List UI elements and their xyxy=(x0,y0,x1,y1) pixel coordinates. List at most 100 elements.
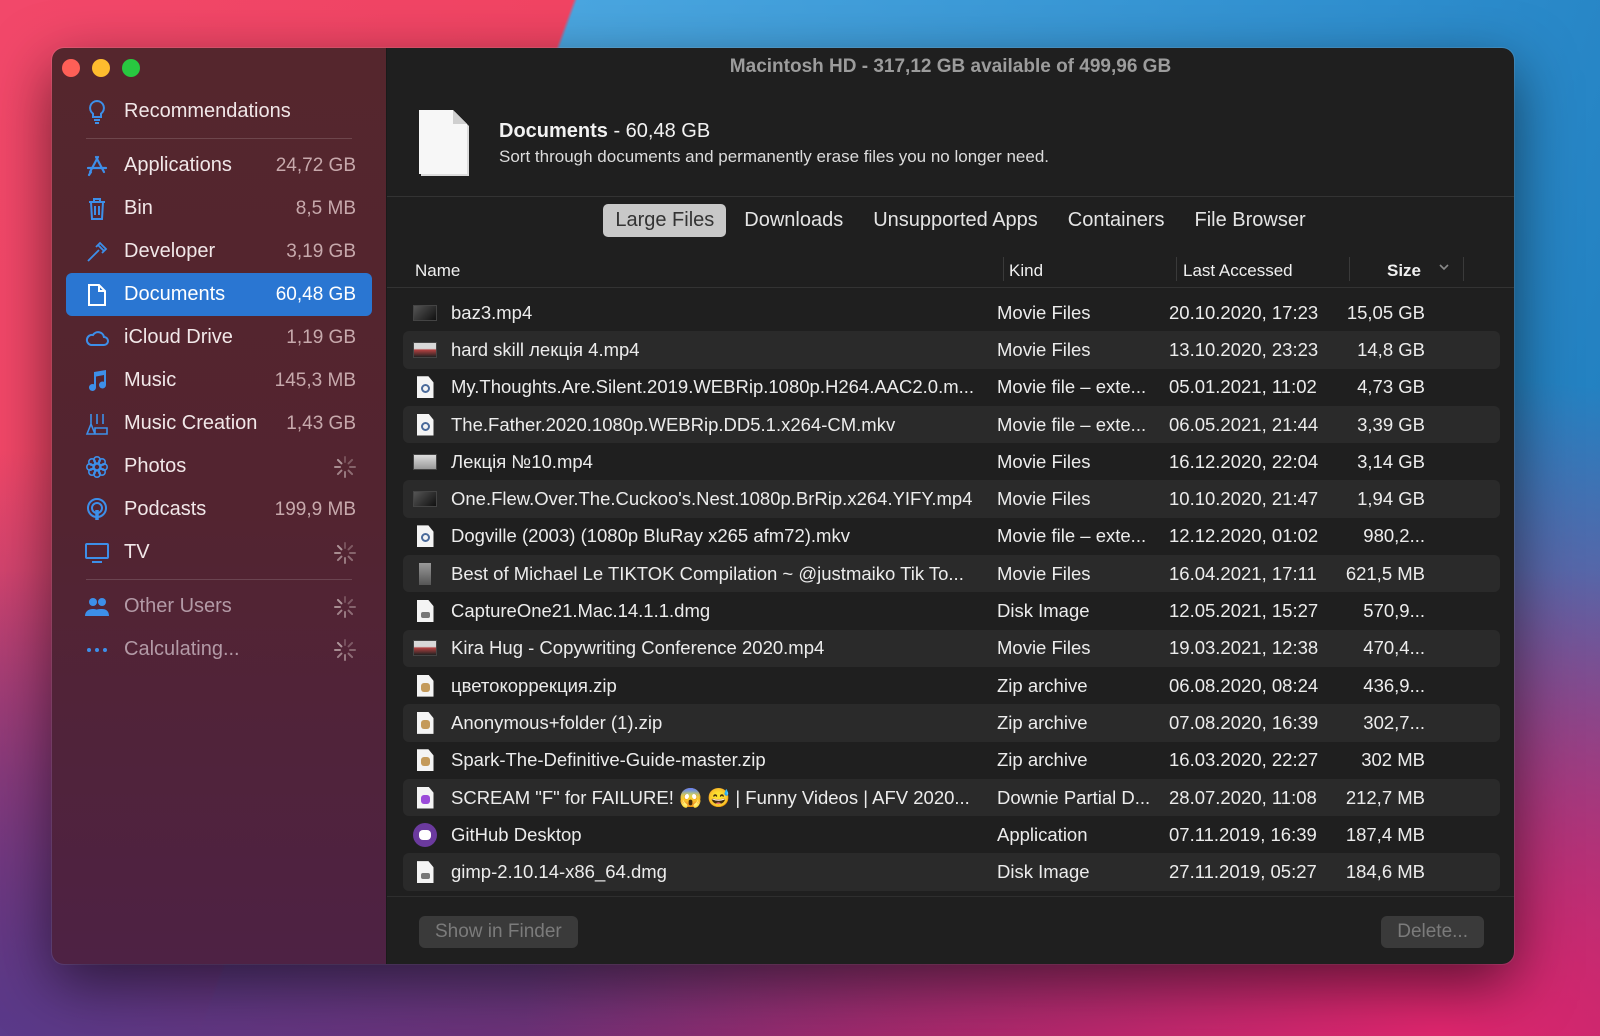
delete-button[interactable]: Delete... xyxy=(1381,916,1484,948)
tv-icon xyxy=(84,540,110,566)
tab-downloads[interactable]: Downloads xyxy=(732,204,855,237)
loading-spinner-icon xyxy=(334,455,356,478)
file-last-accessed: 10.10.2020, 21:47 xyxy=(1169,488,1319,510)
column-header-last-accessed[interactable]: Last Accessed xyxy=(1183,261,1293,281)
zoom-window-button[interactable] xyxy=(122,59,140,77)
sidebar-item-icloud-drive[interactable]: iCloud Drive 1,19 GB xyxy=(66,316,372,359)
cloud-icon xyxy=(84,325,110,351)
sidebar-item-bin[interactable]: Bin 8,5 MB xyxy=(66,187,372,230)
file-last-accessed: 28.07.2020, 11:08 xyxy=(1169,786,1317,808)
video-thumbnail-icon xyxy=(413,562,437,586)
file-size: 621,5 MB xyxy=(1345,562,1425,584)
minimize-window-button[interactable] xyxy=(92,59,110,77)
video-thumbnail-icon xyxy=(413,301,437,325)
sidebar-divider xyxy=(86,579,352,580)
zip-archive-icon xyxy=(413,748,437,772)
file-row[interactable]: CaptureOne21.Mac.14.1.1.dmg Disk Image 12.… xyxy=(403,592,1500,629)
column-header-kind[interactable]: Kind xyxy=(1009,261,1043,281)
sidebar-item-podcasts[interactable]: Podcasts 199,9 MB xyxy=(66,488,372,531)
video-thumbnail-icon xyxy=(413,450,437,474)
category-size: - 60,48 GB xyxy=(607,119,711,142)
file-list[interactable]: baz3.mp4 Movie Files 20.10.2020, 17:23 15,0… xyxy=(403,294,1500,896)
file-name: baz3.mp4 xyxy=(451,301,533,323)
file-row[interactable]: цветокоррекция.zip Zip archive 06.08.2020,… xyxy=(403,667,1500,704)
file-row[interactable]: Spark-The-Definitive-Guide-master.zip Zip… xyxy=(403,742,1500,779)
list-bottom-divider xyxy=(387,896,1514,897)
file-size: 980,2... xyxy=(1363,525,1425,547)
file-name: GitHub Desktop xyxy=(451,823,582,845)
users-icon xyxy=(84,594,110,620)
loading-spinner-icon xyxy=(334,638,356,661)
ellipsis-icon xyxy=(84,637,110,663)
file-row[interactable]: Kira Hug - Copywriting Conference 2020.m… xyxy=(403,629,1500,667)
tab-containers[interactable]: Containers xyxy=(1056,204,1177,237)
sidebar-item-music[interactable]: Music 145,3 MB xyxy=(66,359,372,402)
tab-large-files[interactable]: Large Files xyxy=(603,204,727,237)
sidebar-item-calculating[interactable]: Calculating... xyxy=(66,628,372,671)
sidebar-item-label: iCloud Drive xyxy=(124,326,233,348)
sidebar-item-photos[interactable]: Photos xyxy=(66,445,372,488)
file-kind: Movie Files xyxy=(997,450,1091,472)
sidebar-item-music-creation[interactable]: Music Creation 1,43 GB xyxy=(66,402,372,445)
file-row[interactable]: hard skill лекція 4.mp4 Movie Files 13.10.… xyxy=(403,331,1500,369)
file-kind: Movie Files xyxy=(997,562,1091,584)
file-kind: Application xyxy=(997,823,1088,845)
file-name: CaptureOne21.Mac.14.1.1.dmg xyxy=(451,600,711,622)
main-panel: Macintosh HD - 317,12 GB available of 49… xyxy=(387,48,1514,964)
sidebar-item-size: 3,19 GB xyxy=(286,240,356,262)
column-divider[interactable] xyxy=(1176,257,1177,281)
file-kind: Movie Files xyxy=(997,488,1091,510)
file-kind: Movie Files xyxy=(997,338,1091,360)
sidebar-item-documents[interactable]: Documents 60,48 GB xyxy=(66,273,372,316)
file-row[interactable]: baz3.mp4 Movie Files 20.10.2020, 17:23 15,0… xyxy=(403,294,1500,331)
sidebar-item-applications[interactable]: Applications 24,72 GB xyxy=(66,144,372,187)
podcast-icon xyxy=(84,497,110,523)
sidebar-item-label: Calculating... xyxy=(124,638,240,660)
sidebar-item-tv[interactable]: TV xyxy=(66,531,372,574)
sidebar-item-developer[interactable]: Developer 3,19 GB xyxy=(66,230,372,273)
column-header-row: Name Kind Last Accessed Size xyxy=(387,253,1514,288)
file-size: 436,9... xyxy=(1363,674,1425,696)
window-controls xyxy=(62,59,140,77)
sidebar-item-other-users[interactable]: Other Users xyxy=(66,585,372,628)
file-row[interactable]: GitHub Desktop Application 07.11.2019, 16:… xyxy=(403,816,1500,853)
column-divider[interactable] xyxy=(1349,257,1350,281)
sidebar-item-recommendations[interactable]: Recommendations xyxy=(66,90,372,133)
sidebar-item-label: Podcasts xyxy=(124,498,207,520)
category-description: Sort through documents and permanently e… xyxy=(499,146,1050,166)
file-row[interactable]: Best of Michael Le TIKTOK Compilation ~ … xyxy=(403,555,1500,593)
close-window-button[interactable] xyxy=(62,59,80,77)
chevron-down-icon[interactable] xyxy=(1437,259,1451,279)
file-last-accessed: 16.04.2021, 17:11 xyxy=(1169,562,1317,584)
file-row[interactable]: One.Flew.Over.The.Cuckoo's.Nest.1080p.Br… xyxy=(403,480,1500,518)
file-last-accessed: 13.10.2020, 23:23 xyxy=(1169,338,1319,360)
file-last-accessed: 05.01.2021, 11:02 xyxy=(1169,376,1317,398)
file-row[interactable]: My.Thoughts.Are.Silent.2019.WEBRip.1080p… xyxy=(403,369,1500,406)
column-divider[interactable] xyxy=(1463,257,1464,281)
column-header-size[interactable]: Size xyxy=(1387,261,1421,281)
sidebar-item-size: 60,48 GB xyxy=(275,283,356,305)
file-row[interactable]: gimp-2.10.14-x86_64.dmg Disk Image 27.11.2… xyxy=(403,853,1500,891)
sidebar-item-size: 1,43 GB xyxy=(286,412,356,434)
sidebar-item-label: Music Creation xyxy=(124,412,258,434)
column-divider[interactable] xyxy=(1003,257,1004,281)
file-size: 302 MB xyxy=(1361,749,1425,771)
file-row[interactable]: SCREAM "F" for FAILURE! 😱 😅 | Funny Vide… xyxy=(403,778,1500,817)
file-kind: Zip archive xyxy=(997,711,1088,733)
file-name: Best of Michael Le TIKTOK Compilation ~ … xyxy=(451,562,964,584)
column-header-name[interactable]: Name xyxy=(415,261,460,281)
document-icon xyxy=(84,282,110,308)
tab-file-browser[interactable]: File Browser xyxy=(1183,204,1318,237)
file-name: My.Thoughts.Are.Silent.2019.WEBRip.1080p… xyxy=(451,376,975,398)
file-last-accessed: 12.12.2020, 01:02 xyxy=(1169,525,1319,547)
file-size: 302,7... xyxy=(1363,711,1425,733)
file-row[interactable]: Anonymous+folder (1).zip Zip archive 07.08… xyxy=(403,704,1500,742)
file-size: 3,14 GB xyxy=(1357,450,1425,472)
file-size: 1,94 GB xyxy=(1357,488,1425,510)
tab-unsupported-apps[interactable]: Unsupported Apps xyxy=(861,204,1050,237)
file-row[interactable]: Dogville (2003) (1080p BluRay x265 afm72… xyxy=(403,518,1500,555)
file-row[interactable]: The.Father.2020.1080p.WEBRip.DD5.1.x264-… xyxy=(403,405,1500,444)
file-row[interactable]: Лекція №10.mp4 Movie Files 16.12.2020, 22:… xyxy=(403,443,1500,480)
sidebar-item-label: TV xyxy=(124,541,150,563)
show-in-finder-button[interactable]: Show in Finder xyxy=(419,916,578,948)
